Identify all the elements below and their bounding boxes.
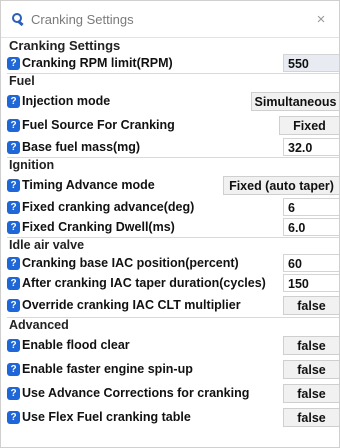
group-advanced: Advanced ? Enable flood clear false ? En… — [7, 317, 339, 429]
row-faster-spinup: ? Enable faster engine spin-up false — [7, 357, 339, 381]
gear-wrench-icon — [12, 13, 24, 27]
label-fixed-cranking-advance: Fixed cranking advance(deg) — [22, 200, 195, 214]
group-title-advanced: Advanced — [9, 318, 69, 332]
row-cranking-rpm-limit: ? Cranking RPM limit(RPM) 550 — [7, 53, 339, 73]
select-flex-fuel[interactable]: false — [283, 407, 339, 427]
label-injection-mode: Injection mode — [22, 94, 111, 108]
help-icon[interactable]: ? — [7, 256, 20, 270]
select-injection-mode[interactable]: Simultaneous — [251, 91, 339, 111]
label-iac-base-position: Cranking base IAC position(percent) — [22, 256, 239, 270]
settings-panel: Cranking Settings ? Cranking RPM limit(R… — [1, 38, 339, 429]
row-fixed-cranking-dwell: ? Fixed Cranking Dwell(ms) 6.0 — [7, 217, 339, 237]
group-cranking-settings: Cranking Settings ? Cranking RPM limit(R… — [7, 38, 339, 73]
row-timing-advance-mode: ? Timing Advance mode Fixed (auto taper) — [7, 173, 339, 197]
help-icon[interactable]: ? — [7, 118, 20, 132]
row-fixed-cranking-advance: ? Fixed cranking advance(deg) 6 — [7, 197, 339, 217]
help-icon[interactable]: ? — [7, 362, 20, 376]
title-bar: Cranking Settings × — [1, 1, 339, 38]
help-icon[interactable]: ? — [7, 56, 20, 70]
help-icon[interactable]: ? — [7, 200, 20, 214]
help-icon[interactable]: ? — [7, 220, 20, 234]
input-base-fuel-mass[interactable]: 32.0 — [283, 138, 339, 156]
select-timing-advance-mode[interactable]: Fixed (auto taper) — [223, 175, 339, 195]
row-flood-clear: ? Enable flood clear false — [7, 333, 339, 357]
label-fixed-cranking-dwell: Fixed Cranking Dwell(ms) — [22, 220, 175, 234]
select-flood-clear[interactable]: false — [283, 335, 339, 355]
label-cranking-rpm-limit: Cranking RPM limit(RPM) — [22, 56, 173, 70]
group-title-cranking: Cranking Settings — [9, 38, 121, 53]
label-timing-advance-mode: Timing Advance mode — [22, 178, 155, 192]
group-idle-air-valve: Idle air valve ? Cranking base IAC posit… — [7, 237, 339, 317]
label-base-fuel-mass: Base fuel mass(mg) — [22, 140, 141, 154]
input-cranking-rpm-limit[interactable]: 550 — [283, 54, 339, 72]
select-faster-spinup[interactable]: false — [283, 359, 339, 379]
help-icon[interactable]: ? — [7, 386, 20, 400]
select-fuel-source[interactable]: Fixed — [279, 115, 339, 135]
group-title-idle-air-valve: Idle air valve — [9, 238, 85, 252]
input-fixed-cranking-advance[interactable]: 6 — [283, 198, 339, 216]
help-icon[interactable]: ? — [7, 178, 20, 192]
help-icon[interactable]: ? — [7, 94, 20, 108]
select-advance-corrections[interactable]: false — [283, 383, 339, 403]
label-flood-clear: Enable flood clear — [22, 338, 130, 352]
group-fuel: Fuel ? Injection mode Simultaneous ? Fue… — [7, 73, 339, 157]
group-ignition: Ignition ? Timing Advance mode Fixed (au… — [7, 157, 339, 237]
label-override-iac-clt: Override cranking IAC CLT multiplier — [22, 298, 241, 312]
cranking-settings-window: Cranking Settings × Cranking Settings ? … — [0, 0, 340, 448]
label-flex-fuel: Use Flex Fuel cranking table — [22, 410, 191, 424]
row-iac-taper-duration: ? After cranking IAC taper duration(cycl… — [7, 273, 339, 293]
select-override-iac-clt[interactable]: false — [283, 295, 339, 315]
group-title-ignition: Ignition — [9, 158, 55, 172]
row-override-iac-clt: ? Override cranking IAC CLT multiplier f… — [7, 293, 339, 317]
help-icon[interactable]: ? — [7, 338, 20, 352]
close-button[interactable]: × — [311, 11, 331, 28]
row-flex-fuel: ? Use Flex Fuel cranking table false — [7, 405, 339, 429]
label-iac-taper-duration: After cranking IAC taper duration(cycles… — [22, 276, 266, 290]
label-faster-spinup: Enable faster engine spin-up — [22, 362, 193, 376]
input-iac-base-position[interactable]: 60 — [283, 254, 339, 272]
help-icon[interactable]: ? — [7, 140, 20, 154]
window-title: Cranking Settings — [31, 11, 134, 27]
row-advance-corrections: ? Use Advance Corrections for cranking f… — [7, 381, 339, 405]
row-fuel-source: ? Fuel Source For Cranking Fixed — [7, 113, 339, 137]
row-injection-mode: ? Injection mode Simultaneous — [7, 89, 339, 113]
group-title-fuel: Fuel — [9, 74, 35, 88]
input-iac-taper-duration[interactable]: 150 — [283, 274, 339, 292]
label-fuel-source: Fuel Source For Cranking — [22, 118, 175, 132]
label-advance-corrections: Use Advance Corrections for cranking — [22, 386, 250, 400]
help-icon[interactable]: ? — [7, 276, 20, 290]
row-iac-base-position: ? Cranking base IAC position(percent) 60 — [7, 253, 339, 273]
help-icon[interactable]: ? — [7, 410, 20, 424]
help-icon[interactable]: ? — [7, 298, 20, 312]
input-fixed-cranking-dwell[interactable]: 6.0 — [283, 218, 339, 236]
row-base-fuel-mass: ? Base fuel mass(mg) 32.0 — [7, 137, 339, 157]
